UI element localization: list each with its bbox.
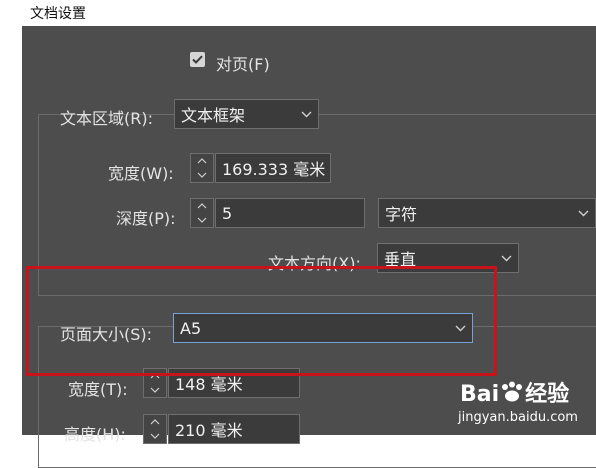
depth-stepper[interactable] [190,198,214,228]
increment-button[interactable] [191,199,213,213]
annotation-highlight-box [26,266,497,376]
facing-pages-checkbox[interactable] [190,52,205,67]
height-h-label: 高度(H): [64,425,126,444]
height-h-input[interactable]: 210 毫米 [168,414,300,444]
title-bar: 文档设置 [0,0,596,26]
chevron-up-icon [197,203,207,209]
decrement-button[interactable] [144,429,166,443]
window-title: 文档设置 [30,6,86,22]
chevron-down-icon [150,433,160,439]
decrement-button[interactable] [191,168,213,182]
chevron-down-icon [501,255,512,261]
chevron-up-icon [150,419,160,425]
increment-button[interactable] [144,415,166,429]
width-w-label: 宽度(W): [108,164,174,183]
width-w-input[interactable]: 169.333 毫米 [215,153,331,183]
decrement-button[interactable] [144,383,166,397]
chevron-down-icon [578,210,589,216]
watermark-brand: Bai 经验 [460,381,570,407]
text-area-dropdown[interactable]: 文本框架 [174,99,319,129]
text-area-value: 文本框架 [181,106,246,125]
checkmark-icon [192,55,203,64]
chevron-up-icon [197,158,207,164]
decrement-button[interactable] [191,213,213,227]
text-area-label: 文本区域(R): [60,109,153,128]
depth-input[interactable]: 5 [215,198,365,228]
depth-unit-value: 字符 [385,205,418,224]
chevron-down-icon [197,172,207,178]
height-h-stepper[interactable] [143,414,167,444]
paw-icon [502,381,523,402]
increment-button[interactable] [191,154,213,168]
width-t-label: 宽度(T): [68,380,128,399]
depth-unit-dropdown[interactable]: 字符 [378,198,596,228]
chevron-down-icon [301,111,312,117]
chevron-down-icon [197,217,207,223]
watermark-url: jingyan.baidu.com [458,410,578,425]
depth-label: 深度(P): [116,209,176,228]
width-w-stepper[interactable] [190,153,214,183]
facing-pages-label[interactable]: 对页(F) [216,51,270,75]
baidu-jingyan-watermark: Bai 经验 jingyan.baidu.com [446,372,594,432]
chevron-down-icon [150,387,160,393]
